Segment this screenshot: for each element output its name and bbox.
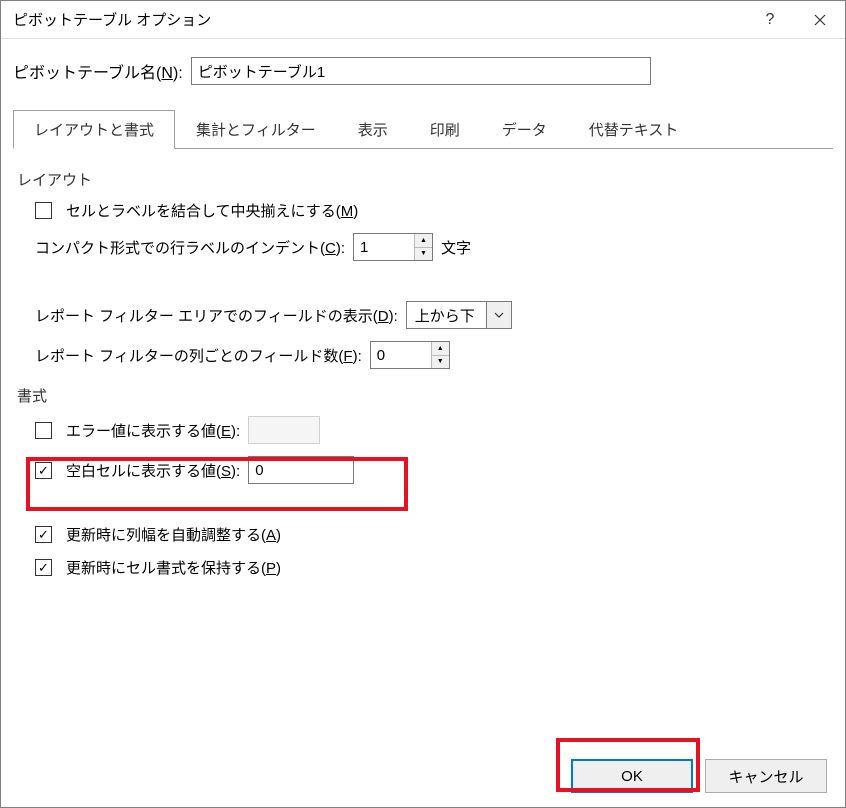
label-part: ) (276, 560, 281, 577)
error-value-label: エラー値に表示する値(E): (66, 420, 240, 441)
access-key: D (378, 308, 389, 325)
access-key: N (161, 65, 173, 82)
label-part: ): (231, 463, 240, 480)
tab-layout-format[interactable]: レイアウトと書式 (13, 110, 175, 149)
section-layout: レイアウト (17, 169, 829, 190)
empty-value-label: 空白セルに表示する値(S): (66, 460, 240, 481)
tab-panel-layout: レイアウト セルとラベルを結合して中央揃えにする(M) コンパクト形式での行ラベ… (13, 149, 833, 594)
empty-value-input[interactable] (248, 456, 354, 484)
label-part: 空白セルに表示する値( (66, 463, 221, 480)
label-part: エラー値に表示する値( (66, 423, 221, 440)
label-part: ): (336, 240, 345, 257)
dialog-footer: OK キャンセル (1, 749, 845, 807)
indent-row: コンパクト形式での行ラベルのインデント(C): ▲ ▼ 文字 (35, 233, 829, 261)
spinner-down-button[interactable]: ▼ (432, 356, 449, 369)
filter-display-combo (406, 301, 512, 329)
label-part: ピボットテーブル名( (13, 65, 161, 82)
close-button[interactable] (795, 1, 845, 39)
access-key: C (325, 240, 336, 257)
dialog-content: ピボットテーブル名(N): レイアウトと書式 集計とフィルター 表示 印刷 デー… (1, 39, 845, 749)
autofit-row: 更新時に列幅を自動調整する(A) (35, 524, 829, 545)
chevron-down-icon (494, 312, 504, 318)
access-key: E (221, 423, 231, 440)
pivot-name-label: ピボットテーブル名(N): (13, 59, 183, 83)
label-part: レポート フィルター エリアでのフィールドの表示( (35, 308, 378, 325)
filter-display-dropdown-button[interactable] (486, 301, 512, 329)
spinner-up-button[interactable]: ▲ (432, 342, 449, 356)
pivot-options-dialog: ピボットテーブル オプション ? ピボットテーブル名(N): レイアウトと書式 … (0, 0, 846, 808)
label-part: ): (231, 423, 240, 440)
label-part: 更新時に列幅を自動調整する( (66, 527, 266, 544)
merge-labels-row: セルとラベルを結合して中央揃えにする(M) (35, 200, 829, 221)
tab-print[interactable]: 印刷 (409, 110, 481, 149)
help-button[interactable]: ? (745, 1, 795, 39)
indent-suffix: 文字 (441, 237, 471, 258)
titlebar: ピボットテーブル オプション ? (1, 1, 845, 39)
indent-spinner: ▲ ▼ (353, 233, 433, 261)
empty-value-row: 空白セルに表示する値(S): (35, 456, 829, 484)
spinner-up-button[interactable]: ▲ (415, 234, 432, 248)
spinner-down-button[interactable]: ▼ (415, 248, 432, 261)
access-key: M (341, 203, 354, 220)
error-value-checkbox[interactable] (35, 422, 52, 439)
preserve-format-label: 更新時にセル書式を保持する(P) (66, 557, 281, 578)
access-key: F (343, 348, 352, 365)
merge-labels-label: セルとラベルを結合して中央揃えにする(M) (66, 200, 358, 221)
pivot-name-row: ピボットテーブル名(N): (13, 57, 833, 85)
ok-button[interactable]: OK (571, 759, 693, 793)
preserve-format-row: 更新時にセル書式を保持する(P) (35, 557, 829, 578)
label-part: 更新時にセル書式を保持する( (66, 560, 266, 577)
spinner-buttons: ▲ ▼ (414, 234, 432, 260)
autofit-label: 更新時に列幅を自動調整する(A) (66, 524, 281, 545)
filter-display-input[interactable] (406, 301, 486, 329)
error-value-row: エラー値に表示する値(E): (35, 416, 829, 444)
autofit-checkbox[interactable] (35, 526, 52, 543)
label-part: ) (353, 203, 358, 220)
label-part: セルとラベルを結合して中央揃えにする( (66, 203, 341, 220)
filter-display-row: レポート フィルター エリアでのフィールドの表示(D): (35, 301, 829, 329)
label-part: コンパクト形式での行ラベルのインデント( (35, 240, 325, 257)
filter-cols-row: レポート フィルターの列ごとのフィールド数(F): ▲ ▼ (35, 341, 829, 369)
label-part: レポート フィルターの列ごとのフィールド数( (35, 348, 343, 365)
filter-cols-label: レポート フィルターの列ごとのフィールド数(F): (35, 345, 362, 366)
error-value-input (248, 416, 320, 444)
filter-cols-input[interactable] (371, 342, 431, 368)
section-format: 書式 (17, 385, 829, 406)
indent-input[interactable] (354, 234, 414, 260)
pivot-name-input[interactable] (191, 57, 651, 85)
tab-display[interactable]: 表示 (337, 110, 409, 149)
tab-data[interactable]: データ (481, 110, 568, 149)
close-icon (814, 14, 826, 26)
cancel-button[interactable]: キャンセル (705, 759, 827, 793)
empty-value-checkbox[interactable] (35, 462, 52, 479)
dialog-title: ピボットテーブル オプション (13, 9, 745, 30)
access-key: A (266, 527, 276, 544)
label-part: ): (173, 65, 183, 82)
spinner-buttons: ▲ ▼ (431, 342, 449, 368)
tab-totals-filters[interactable]: 集計とフィルター (175, 110, 337, 149)
filter-cols-spinner: ▲ ▼ (370, 341, 450, 369)
tab-alt-text[interactable]: 代替テキスト (568, 110, 700, 149)
label-part: ): (389, 308, 398, 325)
tabstrip: レイアウトと書式 集計とフィルター 表示 印刷 データ 代替テキスト (13, 109, 833, 149)
merge-labels-checkbox[interactable] (35, 202, 52, 219)
preserve-format-checkbox[interactable] (35, 559, 52, 576)
label-part: ): (353, 348, 362, 365)
filter-display-label: レポート フィルター エリアでのフィールドの表示(D): (35, 305, 398, 326)
indent-label: コンパクト形式での行ラベルのインデント(C): (35, 237, 345, 258)
label-part: ) (276, 527, 281, 544)
access-key: S (221, 463, 231, 480)
access-key: P (266, 560, 276, 577)
